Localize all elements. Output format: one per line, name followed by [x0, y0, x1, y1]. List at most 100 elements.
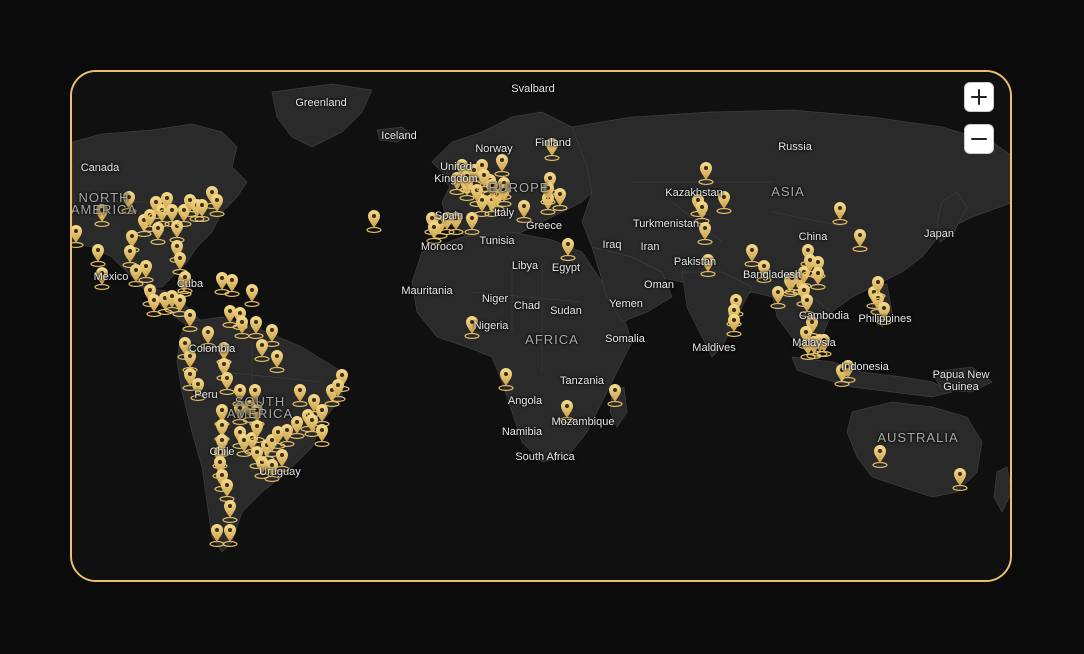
- map-label-malaysia: Malaysia: [792, 337, 836, 349]
- map-label-uruguay: Uruguay: [259, 466, 301, 478]
- map-label-tunisia: Tunisia: [479, 235, 515, 247]
- pin-dot: [156, 226, 160, 230]
- pin-dot: [480, 163, 484, 167]
- map-label-japan: Japan: [924, 228, 954, 240]
- map-label-china: China: [798, 231, 828, 243]
- pin-dot: [225, 376, 229, 380]
- pin-dot: [270, 438, 274, 442]
- pin-dot: [482, 173, 486, 177]
- pin-dot: [802, 288, 806, 292]
- pin-dot: [228, 528, 232, 532]
- minus-icon: [971, 138, 987, 140]
- pin-dot: [250, 288, 254, 292]
- map-label-south-africa: South Africa: [515, 451, 575, 463]
- pin-dot: [228, 309, 232, 313]
- map-label-canada: Canada: [80, 162, 120, 174]
- map-label-north-america: NORTH AMERICA: [70, 190, 138, 217]
- pin-dot: [178, 298, 182, 302]
- pin-dot: [613, 388, 617, 392]
- pin-dot: [182, 208, 186, 212]
- pin-dot: [285, 428, 289, 432]
- map-label-australia: AUSTRALIA: [877, 430, 959, 445]
- pin-dot: [700, 205, 704, 209]
- pin-dot: [430, 216, 434, 220]
- map-label-greece: Greece: [525, 220, 563, 232]
- pin-dot: [805, 298, 809, 302]
- pin-dot: [858, 233, 862, 237]
- pin-dot: [218, 460, 222, 464]
- pin-dot: [74, 229, 78, 233]
- pin-dot: [130, 234, 134, 238]
- pin-dot: [470, 216, 474, 220]
- map-label-angola: Angola: [507, 395, 543, 407]
- world-map[interactable]: Svalbard Greenland Iceland Norway Finland Rus…: [70, 70, 1012, 582]
- pin-dot: [175, 244, 179, 248]
- pin-dot: [432, 225, 436, 229]
- map-label-svalbard: Svalbard: [511, 83, 555, 95]
- map-label-maldives: Maldives: [692, 342, 736, 354]
- map-label-chile: Chile: [209, 446, 235, 458]
- pin-dot: [254, 320, 258, 324]
- pin-dot: [215, 198, 219, 202]
- map-label-russia: Russia: [778, 141, 812, 153]
- pin-dot: [178, 256, 182, 260]
- pin-dot: [206, 330, 210, 334]
- map-label-libya: Libya: [511, 260, 539, 272]
- map-label-mauritania: Mauritania: [401, 285, 453, 297]
- pin-dot: [320, 408, 324, 412]
- pin-dot: [838, 206, 842, 210]
- pin-dot: [170, 208, 174, 212]
- map-label-asia: ASIA: [771, 184, 805, 199]
- map-label-colombia: Colombia: [188, 343, 236, 355]
- map-label-italy: Italy: [493, 207, 515, 219]
- pin-dot: [703, 226, 707, 230]
- pin-dot: [270, 328, 274, 332]
- pin-dot: [238, 388, 242, 392]
- map-label-mozambique: Mozambique: [551, 416, 615, 428]
- pin-dot: [238, 430, 242, 434]
- pin-dot: [255, 450, 259, 454]
- pin-dot: [816, 271, 820, 275]
- zoom-in-button[interactable]: [964, 82, 994, 112]
- pin-dot: [504, 372, 508, 376]
- map-label-cuba: Cuba: [176, 278, 204, 290]
- pin-dot: [188, 313, 192, 317]
- pin-dot: [183, 341, 187, 345]
- map-label-oman: Oman: [644, 279, 674, 291]
- pin-dot: [260, 343, 264, 347]
- pin-dot: [128, 249, 132, 253]
- map-label-somalia: Somalia: [605, 333, 645, 345]
- pin-dot: [320, 428, 324, 432]
- pin-dot: [558, 192, 562, 196]
- pin-dot: [732, 308, 736, 312]
- pin-dot: [565, 404, 569, 408]
- pin-dot: [958, 472, 962, 476]
- pin-dot: [878, 449, 882, 453]
- zoom-out-button[interactable]: [964, 124, 994, 154]
- map-label-iraq: Iraq: [602, 239, 622, 251]
- map-label-iceland: Iceland: [381, 130, 417, 142]
- pin-dot: [210, 190, 214, 194]
- map-label-cambodia: Cambodia: [798, 310, 850, 322]
- pin-dot: [522, 204, 526, 208]
- pin-dot: [750, 248, 754, 252]
- pin-dot: [220, 408, 224, 412]
- map-label-mexico: Mexico: [93, 271, 129, 283]
- pin-dot: [238, 311, 242, 315]
- pin-dot: [295, 420, 299, 424]
- map-label-peru: Peru: [194, 389, 218, 401]
- pin-dot: [188, 198, 192, 202]
- pin-dot: [340, 373, 344, 377]
- pin-dot: [170, 294, 174, 298]
- pin-dot: [222, 362, 226, 366]
- pin-dot: [215, 528, 219, 532]
- pin-dot: [200, 203, 204, 207]
- pin-dot: [806, 248, 810, 252]
- pin-dot: [372, 214, 376, 218]
- map-label-egypt: Egypt: [551, 262, 581, 274]
- map-label-africa: AFRICA: [525, 332, 579, 347]
- map-label-philippines: Philippines: [858, 313, 912, 325]
- map-label-bangladesh: Bangladesh: [742, 269, 802, 281]
- pin-dot: [154, 200, 158, 204]
- pin-dot: [704, 166, 708, 170]
